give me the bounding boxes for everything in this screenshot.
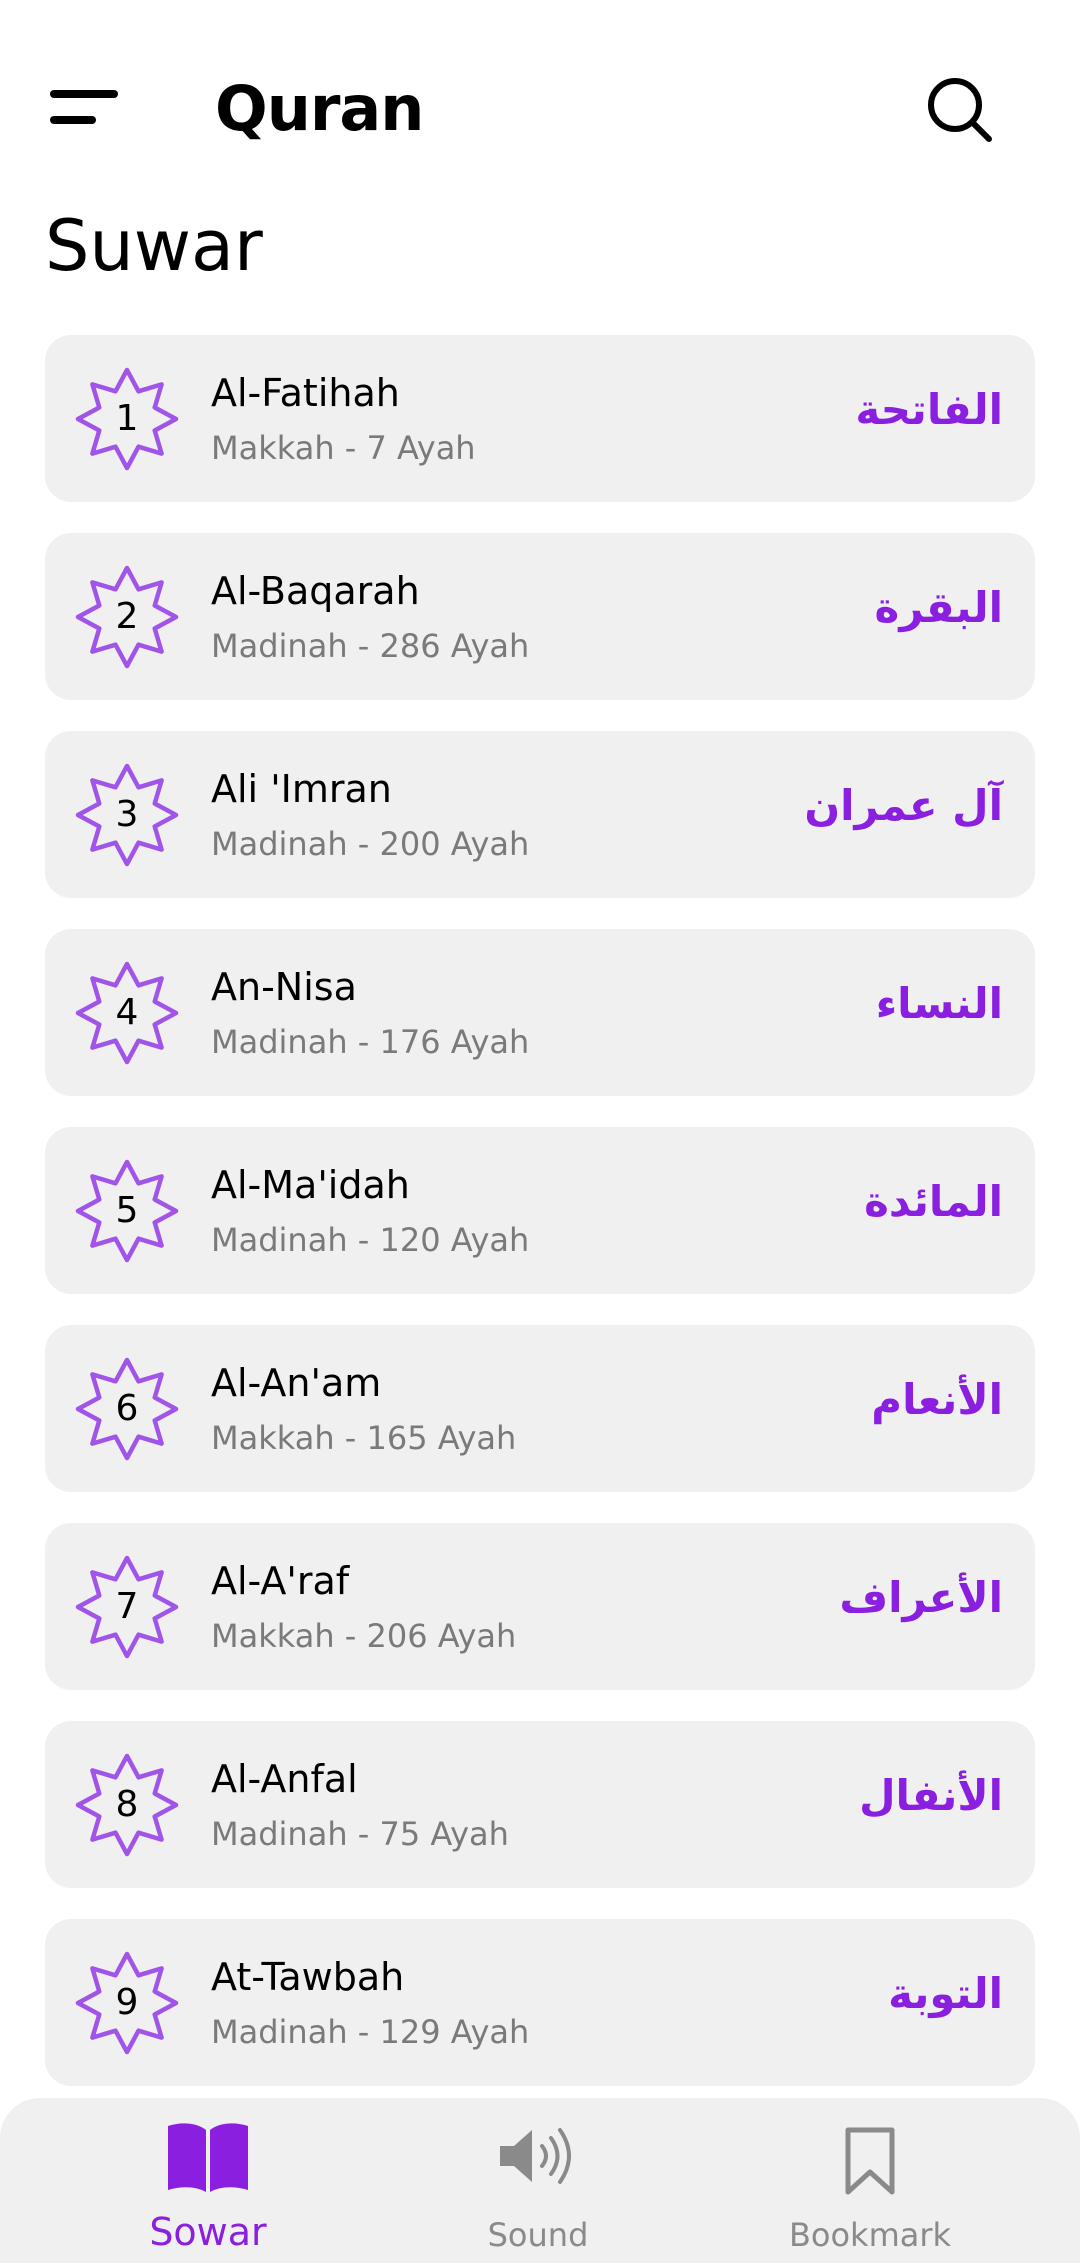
surah-number: 8 [115, 1784, 139, 1825]
app-header: Quran [0, 0, 1080, 210]
surah-arabic-name: الأعراف [839, 1573, 1003, 1622]
star-number-badge: 8 [75, 1753, 179, 1857]
surah-card[interactable]: 1 Al-Fatihah Makkah - 7 Ayah الفاتحة [45, 335, 1035, 502]
star-number-badge: 3 [75, 763, 179, 867]
star-number-badge: 1 [75, 367, 179, 471]
surah-arabic-name: المائدة [864, 1177, 1003, 1226]
star-number-badge: 4 [75, 961, 179, 1065]
speaker-icon [498, 2126, 578, 2190]
surah-arabic-name: الفاتحة [855, 385, 1003, 434]
nav-label-bookmark: Bookmark [788, 2216, 952, 2254]
surah-number: 3 [115, 794, 139, 835]
surah-meta: Madinah - 176 Ayah [211, 1023, 530, 1061]
surah-arabic-name: الأنفال [859, 1771, 1003, 1820]
star-number-badge: 5 [75, 1159, 179, 1263]
surah-name: Al-An'am [211, 1361, 382, 1405]
star-number-badge: 9 [75, 1951, 179, 2055]
surah-meta: Makkah - 7 Ayah [211, 429, 476, 467]
star-number-badge: 7 [75, 1555, 179, 1659]
surah-number: 1 [115, 398, 139, 439]
book-icon [166, 2120, 250, 2196]
surah-arabic-name: آل عمران [804, 781, 1003, 830]
nav-item-bookmark[interactable]: Bookmark [730, 2098, 1010, 2263]
surah-list: 1 Al-Fatihah Makkah - 7 Ayah الفاتحة 2 A… [45, 335, 1035, 2117]
nav-label-sound: Sound [487, 2216, 589, 2254]
surah-card[interactable]: 9 At-Tawbah Madinah - 129 Ayah التوبة [45, 1919, 1035, 2086]
surah-number: 2 [115, 596, 139, 637]
surah-arabic-name: الأنعام [871, 1375, 1003, 1424]
surah-number: 9 [115, 1982, 139, 2023]
surah-name: Al-Ma'idah [211, 1163, 410, 1207]
surah-meta: Madinah - 286 Ayah [211, 627, 530, 665]
surah-number: 6 [115, 1388, 139, 1429]
surah-card[interactable]: 5 Al-Ma'idah Madinah - 120 Ayah المائدة [45, 1127, 1035, 1294]
surah-meta: Madinah - 200 Ayah [211, 825, 530, 863]
surah-meta: Makkah - 165 Ayah [211, 1419, 517, 1457]
surah-name: An-Nisa [211, 965, 357, 1009]
surah-meta: Madinah - 120 Ayah [211, 1221, 530, 1259]
nav-label-sowar: Sowar [149, 2210, 267, 2254]
surah-name: Ali 'Imran [211, 767, 392, 811]
surah-name: Al-Fatihah [211, 371, 400, 415]
surah-number: 4 [115, 992, 139, 1033]
star-number-badge: 2 [75, 565, 179, 669]
app-title: Quran [215, 72, 424, 145]
surah-name: At-Tawbah [211, 1955, 405, 1999]
surah-arabic-name: النساء [875, 979, 1003, 1028]
bottom-nav: Sowar Sound Bookmark [0, 2098, 1080, 2263]
surah-name: Al-Baqarah [211, 569, 420, 613]
surah-number: 5 [115, 1190, 139, 1231]
nav-item-sowar[interactable]: Sowar [68, 2098, 348, 2263]
surah-arabic-name: البقرة [874, 583, 1003, 632]
surah-number: 7 [115, 1586, 139, 1627]
surah-card[interactable]: 2 Al-Baqarah Madinah - 286 Ayah البقرة [45, 533, 1035, 700]
surah-meta: Makkah - 206 Ayah [211, 1617, 517, 1655]
nav-item-sound[interactable]: Sound [398, 2098, 678, 2263]
surah-arabic-name: التوبة [888, 1969, 1003, 2018]
surah-card[interactable]: 4 An-Nisa Madinah - 176 Ayah النساء [45, 929, 1035, 1096]
surah-card[interactable]: 6 Al-An'am Makkah - 165 Ayah الأنعام [45, 1325, 1035, 1492]
section-title: Suwar [45, 205, 263, 287]
surah-name: Al-Anfal [211, 1757, 358, 1801]
surah-meta: Madinah - 129 Ayah [211, 2013, 530, 2051]
menu-icon[interactable] [50, 88, 120, 128]
surah-card[interactable]: 3 Ali 'Imran Madinah - 200 Ayah آل عمران [45, 731, 1035, 898]
star-number-badge: 6 [75, 1357, 179, 1461]
surah-name: Al-A'raf [211, 1559, 350, 1603]
surah-meta: Madinah - 75 Ayah [211, 1815, 509, 1853]
bookmark-icon [842, 2126, 898, 2200]
search-icon[interactable] [925, 75, 995, 145]
surah-card[interactable]: 8 Al-Anfal Madinah - 75 Ayah الأنفال [45, 1721, 1035, 1888]
surah-card[interactable]: 7 Al-A'raf Makkah - 206 Ayah الأعراف [45, 1523, 1035, 1690]
